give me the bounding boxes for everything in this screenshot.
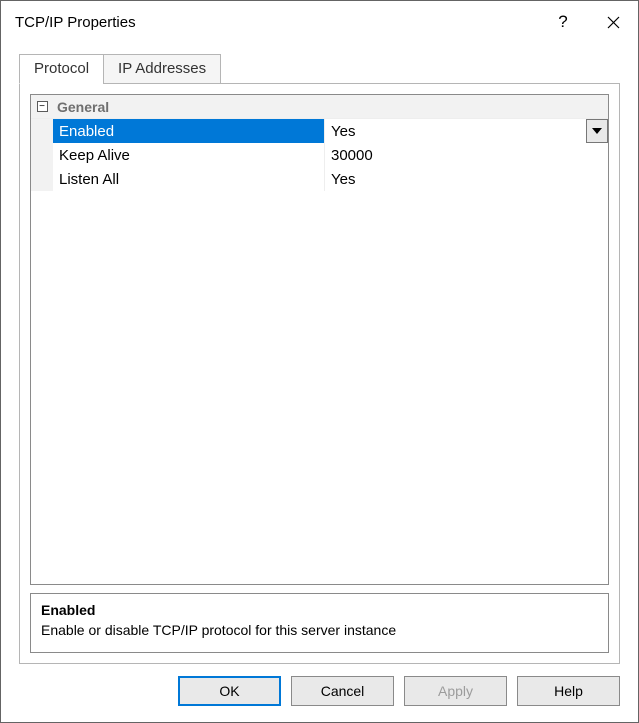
property-row-listen-all[interactable]: Listen All Yes [31,167,608,191]
property-name: Listen All [53,167,325,191]
close-icon [607,16,620,29]
row-gutter [31,143,53,167]
help-button[interactable]: ? [538,1,588,43]
dialog-window: TCP/IP Properties ? Protocol IP Addresse… [0,0,639,723]
property-grid: − General Enabled Yes [30,94,609,585]
category-row: − General [31,95,608,119]
property-value-text: Yes [331,171,355,188]
close-button[interactable] [588,1,638,43]
description-text: Enable or disable TCP/IP protocol for th… [41,622,598,638]
dropdown-button[interactable] [586,119,608,143]
property-name: Keep Alive [53,143,325,167]
tab-protocol[interactable]: Protocol [19,54,104,84]
apply-button: Apply [404,676,507,706]
chevron-down-icon [592,128,602,134]
property-row-keep-alive[interactable]: Keep Alive 30000 [31,143,608,167]
tab-page: − General Enabled Yes [19,83,620,664]
tab-ip-addresses[interactable]: IP Addresses [103,54,221,84]
row-gutter [31,167,53,191]
cancel-button[interactable]: Cancel [291,676,394,706]
titlebar: TCP/IP Properties ? [1,1,638,43]
content-area: Protocol IP Addresses − General Enabled [1,43,638,664]
tab-strip: Protocol IP Addresses [19,54,620,84]
window-title: TCP/IP Properties [15,14,538,31]
property-row-enabled[interactable]: Enabled Yes [31,119,608,143]
ok-button[interactable]: OK [178,676,281,706]
property-value-keep-alive[interactable]: 30000 [325,143,608,167]
property-value-text: 30000 [331,147,373,164]
category-label: General [53,99,109,115]
category-toggle[interactable]: − [31,101,53,112]
description-panel: Enabled Enable or disable TCP/IP protoco… [30,593,609,653]
property-value-text: Yes [331,123,355,140]
property-value-listen-all[interactable]: Yes [325,167,608,191]
button-row: OK Cancel Apply Help [1,664,638,722]
help-dialog-button[interactable]: Help [517,676,620,706]
description-title: Enabled [41,602,598,618]
row-gutter [31,119,53,143]
property-name: Enabled [53,119,325,143]
property-value-enabled[interactable]: Yes [325,119,608,143]
minus-icon: − [37,101,48,112]
